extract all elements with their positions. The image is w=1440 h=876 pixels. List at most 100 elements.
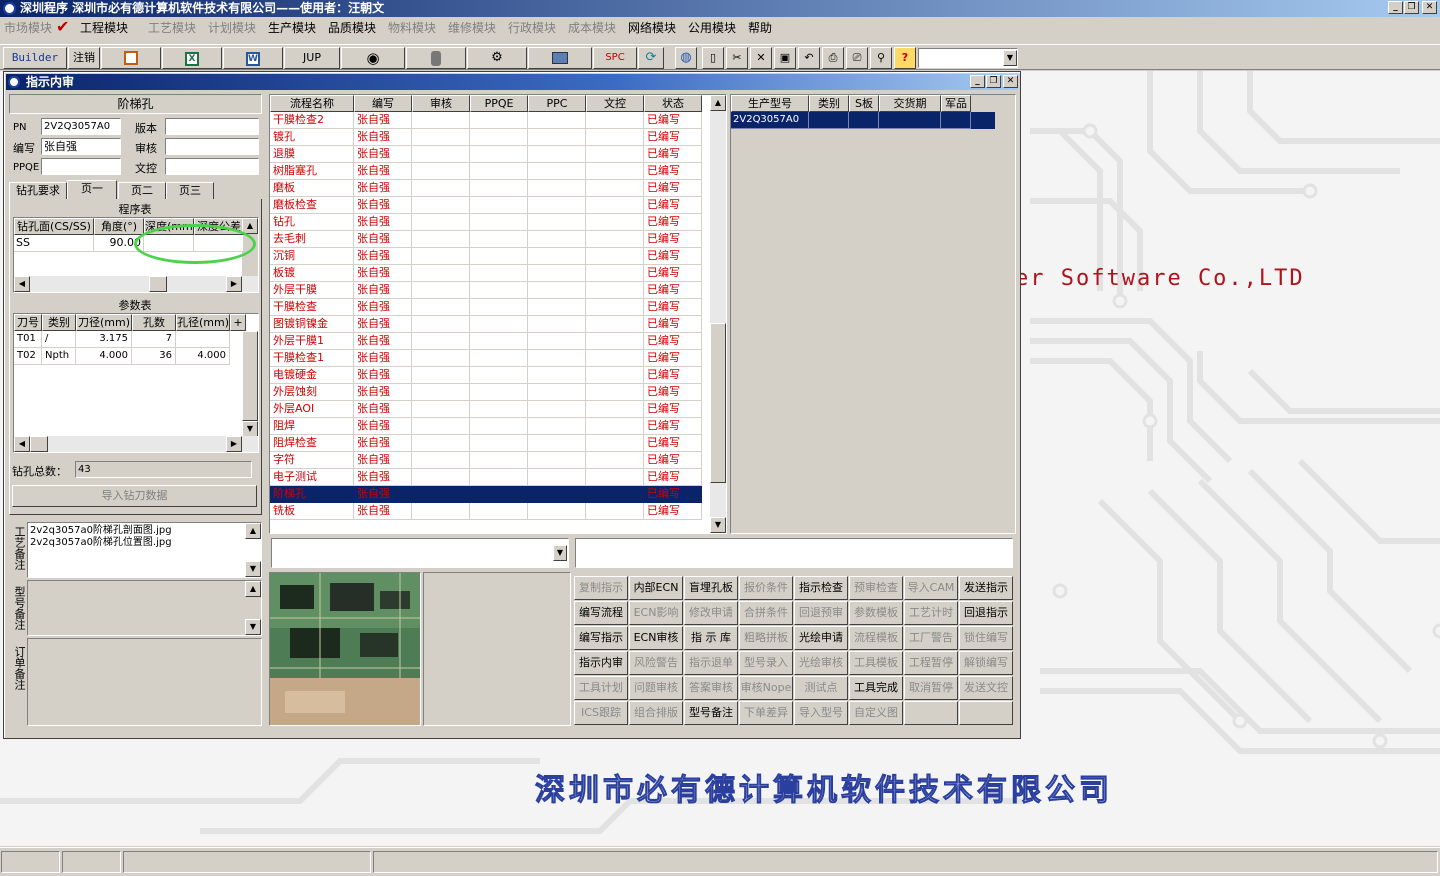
refresh-icon[interactable]: ⟳ (638, 47, 664, 69)
logout-button[interactable]: 注销 (68, 47, 100, 69)
flow-row[interactable]: 退膜 张自强 已编写 (270, 146, 702, 163)
param-hscroll-thumb[interactable] (30, 436, 48, 452)
param-cell[interactable]: T01 (14, 331, 42, 348)
action-button[interactable]: 指示内审 (574, 651, 628, 675)
new-icon[interactable]: ▯ (702, 47, 724, 69)
flow-row[interactable]: 外层蚀刻 张自强 已编写 (270, 384, 702, 401)
flow-combo[interactable]: ▼ (271, 538, 569, 568)
action-button[interactable]: 工具完成 (849, 676, 903, 700)
flow-vscroll[interactable]: ▲ ▼ (710, 95, 726, 533)
param-cell[interactable]: Npth (42, 348, 76, 365)
cut-icon[interactable]: ✂ (726, 47, 748, 69)
drill-total-field[interactable]: 43 (75, 461, 252, 478)
flow-col-header[interactable]: 文控 (586, 95, 644, 112)
flow-row[interactable]: 镀孔 张自强 已编写 (270, 129, 702, 146)
flow-col-header[interactable]: PPQE (470, 95, 528, 112)
flow-row[interactable]: 铣板 张自强 已编写 (270, 503, 702, 520)
flow-row[interactable]: 阻焊 张自强 已编写 (270, 418, 702, 435)
version-field[interactable] (165, 118, 259, 135)
flow-col-header[interactable]: PPC (528, 95, 586, 112)
product-col-header[interactable]: S板 (849, 95, 879, 112)
param-scroll-right[interactable]: ▶ (226, 436, 242, 452)
program-scroll-left[interactable]: ◀ (14, 276, 30, 292)
action-button[interactable]: 回退指示 (959, 601, 1013, 625)
param-cell[interactable]: / (42, 331, 76, 348)
process-note-box[interactable]: 2v2q3057a0阶梯孔剖面图.jpg 2v2q3057a0阶梯孔位置图.jp… (27, 522, 262, 578)
minimize-button[interactable]: _ (1388, 1, 1403, 14)
param-vscroll[interactable]: ▼ (242, 331, 258, 438)
author-field[interactable]: 张自强 (41, 138, 121, 155)
product-row[interactable]: 2V2Q3057A0 (731, 112, 995, 129)
flow-col-header[interactable]: 编写 (354, 95, 412, 112)
action-button[interactable]: 盲埋孔板 (684, 576, 738, 600)
eye-icon[interactable]: ◉ (341, 47, 405, 69)
pn-field[interactable]: 2V2Q3057A0 (41, 118, 121, 135)
powerpoint-icon[interactable] (101, 47, 161, 69)
menu-item-7[interactable]: 维修模块 (448, 19, 496, 36)
flow-scroll-thumb[interactable] (710, 323, 726, 483)
word-icon[interactable]: W (223, 47, 283, 69)
window-close-button[interactable]: ✕ (1003, 75, 1018, 88)
model-note-scroll-down[interactable]: ▼ (245, 619, 261, 635)
network-icon[interactable]: ⚙ (467, 47, 527, 69)
action-button[interactable]: 内部ECN (629, 576, 683, 600)
ppqe-field[interactable] (41, 158, 121, 175)
action-button[interactable]: ECN审核 (629, 626, 683, 650)
flow-combo-dropdown[interactable]: ▼ (553, 545, 567, 561)
flow-row[interactable]: 阻焊检查 张自强 已编写 (270, 435, 702, 452)
param-cell[interactable]: T02 (14, 348, 42, 365)
flow-row[interactable]: 干膜检查 张自强 已编写 (270, 299, 702, 316)
param-cell[interactable]: 4.000 (76, 348, 132, 365)
spc-button[interactable]: SPC (593, 47, 637, 69)
menu-item-2[interactable]: 工艺模块 (148, 19, 196, 36)
action-button[interactable]: 光绘申请 (794, 626, 848, 650)
process-note-scroll-down[interactable]: ▼ (245, 561, 261, 577)
menu-item-3[interactable]: 计划模块 (208, 19, 256, 36)
close-button[interactable]: ✕ (1422, 1, 1437, 14)
import-drill-button[interactable]: 导入钻刀数据 (12, 485, 257, 507)
program-hscroll[interactable]: ◀ ▶ (14, 276, 258, 292)
menu-item-4[interactable]: 生产模块 (268, 19, 316, 36)
program-scroll-thumb[interactable] (149, 276, 167, 292)
action-button[interactable]: 编写指示 (574, 626, 628, 650)
restore-button[interactable]: ❐ (1404, 1, 1419, 14)
menu-item-12[interactable]: 帮助 (748, 19, 772, 36)
window-minimize-button[interactable]: _ (970, 75, 985, 88)
doc-control-field[interactable] (165, 158, 259, 175)
flow-row[interactable]: 干膜检查2 张自强 已编写 (270, 112, 702, 129)
param-cell[interactable]: 4.000 (176, 348, 230, 365)
jup-button[interactable]: JUP (284, 47, 340, 69)
model-note-box[interactable]: ▲ ▼ (27, 580, 262, 636)
help-icon[interactable]: ? (894, 47, 916, 69)
flow-row[interactable]: 钻孔 张自强 已编写 (270, 214, 702, 231)
param-cell[interactable]: 3.175 (76, 331, 132, 348)
flow-row[interactable]: 树脂塞孔 张自强 已编写 (270, 163, 702, 180)
flow-scroll-down[interactable]: ▼ (710, 517, 726, 533)
flow-row[interactable]: 磨板 张自强 已编写 (270, 180, 702, 197)
order-note-box[interactable] (27, 638, 262, 726)
menu-item-11[interactable]: 公用模块 (688, 19, 736, 36)
tab-page-2[interactable]: 页二 (118, 182, 166, 199)
flow-row[interactable]: 板镀 张自强 已编写 (270, 265, 702, 282)
program-scroll-right[interactable]: ▶ (226, 276, 242, 292)
product-col-header[interactable]: 交货期 (879, 95, 941, 112)
computer-icon[interactable] (528, 47, 592, 69)
param-scroll-down[interactable]: ▼ (242, 421, 258, 437)
flow-row[interactable]: 沉铜 张自强 已编写 (270, 248, 702, 265)
program-cell[interactable]: SS (14, 235, 94, 252)
toolbar-combo[interactable]: ▼ (918, 48, 1018, 68)
action-button[interactable]: 指示检查 (794, 576, 848, 600)
action-button[interactable]: 指 示 库 (684, 626, 738, 650)
menu-item-6[interactable]: 物料模块 (388, 19, 436, 36)
flow-row[interactable]: 干膜检查1 张自强 已编写 (270, 350, 702, 367)
menu-item-1[interactable]: 工程模块 ✔ (56, 17, 128, 36)
param-hscroll[interactable]: ◀ ▶ (14, 436, 258, 452)
action-button[interactable]: 编写流程 (574, 601, 628, 625)
product-col-header[interactable]: 生产型号 (731, 95, 809, 112)
globe-icon[interactable]: ◍ (675, 47, 697, 69)
menu-item-5[interactable]: 品质模块 (328, 19, 376, 36)
undo-icon[interactable]: ↶ (798, 47, 820, 69)
param-scroll-thumb[interactable] (242, 331, 258, 421)
flow-row[interactable]: 外层干膜 张自强 已编写 (270, 282, 702, 299)
menu-item-9[interactable]: 成本模块 (568, 19, 616, 36)
